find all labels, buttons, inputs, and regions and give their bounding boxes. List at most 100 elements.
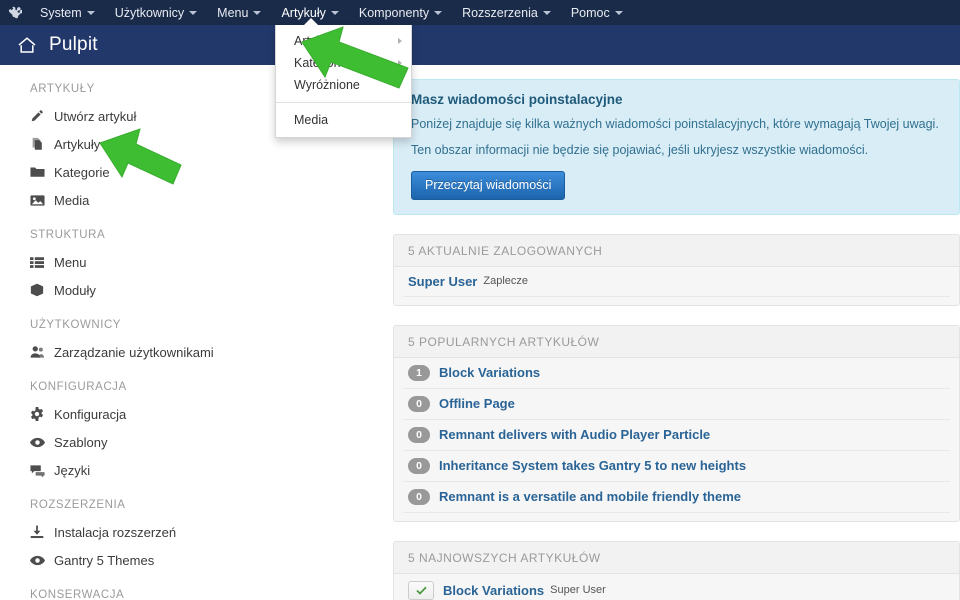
menu-item-pomoc[interactable]: Pomoc	[561, 0, 633, 25]
sidebar: ARTYKUŁY Utwórz artykuł Artykuły Kategor…	[0, 65, 390, 600]
read-messages-button[interactable]: Przeczytaj wiadomości	[411, 170, 566, 200]
eye-icon	[30, 555, 54, 566]
status-badge: 0	[408, 395, 430, 412]
status-badge: 1	[408, 364, 430, 381]
article-link[interactable]: Offline Page	[439, 396, 515, 411]
menu-item-menu[interactable]: Menu	[207, 0, 271, 25]
list-icon	[30, 256, 54, 269]
user-link[interactable]: Super User	[408, 274, 477, 289]
article-link[interactable]: Remnant is a versatile and mobile friend…	[439, 489, 741, 504]
dropdown-item-wyroznione[interactable]: Wyróżnione	[276, 74, 411, 96]
copy-icon	[30, 137, 54, 151]
sidebar-item-label: Gantry 5 Themes	[54, 552, 155, 568]
page-title: Pulpit	[49, 34, 98, 55]
menu-item-rozszerzenia[interactable]: Rozszerzenia	[452, 0, 561, 25]
status-badge: 0	[408, 457, 430, 474]
sidebar-item-menu[interactable]: Menu	[30, 250, 390, 274]
sidebar-item-label: Zarządzanie użytkownikami	[54, 344, 214, 360]
artykuly-dropdown-menu: Artykuły Kategorie Wyróżnione Media	[275, 18, 412, 138]
sidebar-item-szablony[interactable]: Szablony	[30, 430, 390, 454]
sidebar-item-kategorie[interactable]: Kategorie	[30, 160, 390, 184]
article-link[interactable]: Block Variations	[439, 365, 540, 380]
article-link[interactable]: Inheritance System takes Gantry 5 to new…	[439, 458, 746, 473]
table-row[interactable]: 1 Block Variations	[403, 358, 950, 389]
list-item[interactable]: Super User Zaplecze	[403, 267, 950, 297]
panel-logged-in-users: 5 AKTUALNIE ZALOGOWANYCH Super User Zapl…	[393, 233, 960, 306]
chevron-down-icon	[434, 10, 443, 15]
alert-text-line-1: Poniżej znajduje się kilka ważnych wiado…	[411, 117, 939, 131]
chevron-down-icon	[86, 10, 95, 15]
menu-item-uzytkownicy[interactable]: Użytkownicy	[105, 0, 207, 25]
pencil-icon	[30, 109, 54, 123]
sidebar-section-heading-konfiguracja: KONFIGURACJA	[30, 381, 127, 393]
panel-title: 5 AKTUALNIE ZALOGOWANYCH	[394, 234, 959, 267]
users-icon	[30, 345, 54, 359]
dropdown-item-label: Wyróżnione	[294, 78, 360, 92]
sidebar-item-label: Instalacja rozszerzeń	[54, 524, 177, 540]
dropdown-item-kategorie[interactable]: Kategorie	[276, 52, 411, 74]
chevron-down-icon	[614, 10, 623, 15]
table-row[interactable]: Block Variations Super User	[403, 574, 950, 600]
menu-item-label: Pomoc	[570, 5, 610, 20]
sidebar-section-heading-uzytkownicy: UŻYTKOWNICY	[30, 319, 122, 331]
postinstall-messages-alert: Masz wiadomości poinstalacyjne Poniżej z…	[393, 79, 960, 215]
panel-latest-articles: 5 NAJNOWSZYCH ARTYKUŁÓW Block Variations…	[393, 540, 960, 600]
sidebar-item-gantry-5-themes[interactable]: Gantry 5 Themes	[30, 548, 390, 572]
menu-item-komponenty[interactable]: Komponenty	[349, 0, 452, 25]
sidebar-item-konfiguracja[interactable]: Konfiguracja	[30, 402, 390, 426]
panel-body: 1 Block Variations 0 Offline Page 0 Remn…	[394, 357, 959, 521]
sidebar-item-label: Utwórz artykuł	[54, 108, 137, 124]
menu-item-label: Komponenty	[358, 5, 430, 20]
chevron-down-icon	[253, 10, 262, 15]
table-row[interactable]: 0 Offline Page	[403, 389, 950, 420]
status-badge: 0	[408, 488, 430, 505]
sidebar-item-label: Szablony	[54, 434, 108, 450]
menu-item-label: Rozszerzenia	[462, 5, 538, 20]
sidebar-section-heading-konserwacja: KONSERWACJA	[30, 589, 125, 600]
joomla-logo-icon[interactable]	[0, 0, 30, 25]
joomla-admin-dashboard: System Użytkownicy Menu Artykuły Kompone…	[0, 0, 960, 600]
top-menu-bar: System Użytkownicy Menu Artykuły Kompone…	[0, 0, 960, 25]
table-row[interactable]: 0 Remnant delivers with Audio Player Par…	[403, 420, 950, 451]
status-badge: 0	[408, 426, 430, 443]
menu-item-system[interactable]: System	[30, 0, 105, 25]
article-link[interactable]: Block Variations	[443, 583, 544, 598]
chevron-right-icon	[398, 59, 402, 66]
chevron-down-icon	[330, 10, 339, 15]
alert-text-line-2: Ten obszar informacji nie będzie się poj…	[411, 142, 869, 157]
chevron-down-icon	[542, 10, 551, 15]
dropdown-separator	[276, 102, 411, 103]
sidebar-item-moduly[interactable]: Moduły	[30, 278, 390, 302]
sidebar-item-jezyki[interactable]: Języki	[30, 458, 390, 482]
sidebar-item-instalacja-rozszerzen[interactable]: Instalacja rozszerzeń	[30, 520, 390, 544]
sidebar-item-label: Media	[54, 192, 90, 208]
sidebar-item-label: Menu	[54, 254, 87, 270]
sidebar-item-label: Konfiguracja	[54, 406, 127, 422]
panel-body: Super User Zaplecze	[394, 266, 959, 305]
dropdown-item-artykuly[interactable]: Artykuły	[276, 30, 411, 52]
comments-icon	[30, 464, 54, 477]
article-author: Super User	[550, 584, 606, 597]
panel-body: Block Variations Super User Offline Page…	[394, 573, 959, 600]
download-icon	[30, 525, 54, 539]
dropdown-item-label: Media	[294, 113, 329, 127]
table-row[interactable]: 0 Inheritance System takes Gantry 5 to n…	[403, 451, 950, 482]
sidebar-item-media[interactable]: Media	[30, 188, 390, 212]
menu-item-label: Menu	[217, 5, 249, 20]
dropdown-item-label: Artykuły	[294, 34, 339, 48]
gear-icon	[30, 407, 54, 421]
image-icon	[30, 194, 54, 207]
folder-icon	[30, 165, 54, 179]
home-icon	[17, 36, 37, 54]
sidebar-item-zarzadzanie-uzytkownikami[interactable]: Zarządzanie użytkownikami	[30, 340, 390, 364]
menu-item-label: Użytkownicy	[114, 5, 185, 20]
article-link[interactable]: Remnant delivers with Audio Player Parti…	[439, 427, 710, 442]
table-row[interactable]: 0 Remnant is a versatile and mobile frie…	[403, 482, 950, 513]
publish-status-check-icon[interactable]	[408, 580, 434, 600]
chevron-down-icon	[189, 10, 198, 15]
panel-title: 5 POPULARNYCH ARTYKUŁÓW	[394, 325, 959, 358]
sidebar-section-heading-struktura: STRUKTURA	[30, 229, 106, 241]
sidebar-item-label: Artykuły	[54, 136, 101, 152]
dropdown-item-media[interactable]: Media	[276, 109, 411, 131]
dropdown-item-label: Kategorie	[294, 56, 348, 70]
